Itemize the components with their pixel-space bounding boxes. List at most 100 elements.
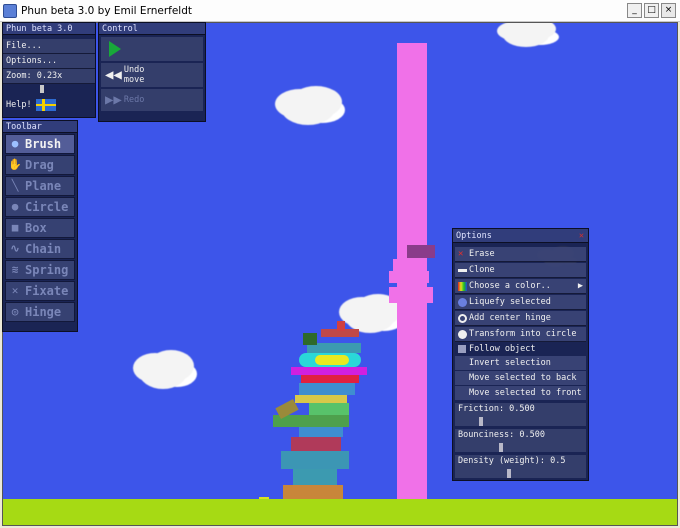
clone-icon <box>458 268 467 272</box>
move-front-label: Move selected to front <box>469 388 582 398</box>
block[interactable] <box>301 375 359 383</box>
control-panel: Control ◀◀ Undo move ▶▶ Redo <box>98 22 206 122</box>
zoom-label: Zoom: 0.23x <box>3 69 95 84</box>
move-to-back-button[interactable]: Move selected to back <box>455 371 586 385</box>
toolbar-title: Toolbar <box>3 121 77 133</box>
tool-label: Fixate <box>25 284 69 298</box>
block[interactable] <box>291 437 341 451</box>
ground-plane[interactable] <box>3 499 677 525</box>
tool-label: Chain <box>25 242 62 256</box>
tool-chain[interactable]: ∿ Chain <box>5 239 75 259</box>
follow-object-toggle[interactable]: Follow object <box>455 343 586 355</box>
close-window-button[interactable]: × <box>661 3 676 18</box>
options-button[interactable]: Options... <box>3 54 95 69</box>
tool-drag[interactable]: ✋ Drag <box>5 155 75 175</box>
friction-control: Friction: 0.500 <box>455 403 586 426</box>
follow-label: Follow object <box>469 344 536 354</box>
color-palette-icon <box>458 281 467 291</box>
bounciness-slider[interactable] <box>455 442 586 452</box>
transform-circle-button[interactable]: Transform into circle <box>455 327 586 342</box>
choose-color-button[interactable]: Choose a color.. ▶ <box>455 279 586 294</box>
purple-block[interactable] <box>407 245 435 258</box>
tool-brush[interactable]: ● Brush <box>5 134 75 154</box>
window-controls: _ □ × <box>627 3 676 18</box>
undo-button[interactable]: ◀◀ Undo move <box>101 63 203 87</box>
block[interactable] <box>337 321 345 331</box>
cloud <box>281 91 335 125</box>
control-panel-title: Control <box>99 23 205 35</box>
play-button[interactable] <box>101 37 203 61</box>
plane-icon: ╲ <box>11 179 19 192</box>
close-icon[interactable]: ✕ <box>579 229 584 243</box>
tool-label: Drag <box>25 158 54 172</box>
help-button[interactable]: Help! <box>6 100 32 110</box>
erase-icon: ✕ <box>458 248 464 259</box>
window-titlebar: Phun beta 3.0 by Emil Ernerfeldt _ □ × <box>0 0 680 22</box>
undo-label: Undo move <box>123 65 145 85</box>
options-panel: Options ✕ ✕ Erase Clone Choose a color..… <box>452 228 589 481</box>
friction-slider-handle[interactable] <box>479 417 483 426</box>
bounciness-slider-handle[interactable] <box>499 443 503 452</box>
rewind-icon: ◀◀ <box>105 67 122 83</box>
redo-button[interactable]: ▶▶ Redo <box>101 89 203 111</box>
add-center-hinge-button[interactable]: Add center hinge <box>455 311 586 326</box>
move-to-front-button[interactable]: Move selected to front <box>455 386 586 400</box>
circle-icon: ● <box>11 200 19 213</box>
tool-label: Hinge <box>25 305 62 319</box>
clone-label: Clone <box>469 265 495 275</box>
block[interactable] <box>299 427 343 437</box>
pink-tower-step[interactable] <box>389 287 433 303</box>
block[interactable] <box>293 469 337 485</box>
zoom-slider[interactable] <box>6 85 92 93</box>
erase-button[interactable]: ✕ Erase <box>455 247 586 262</box>
add-hinge-label: Add center hinge <box>469 313 551 323</box>
friction-label: Friction: 0.500 <box>458 404 535 414</box>
liquefy-button[interactable]: Liquefy selected <box>455 295 586 310</box>
toolbar-panel: Toolbar ● Brush ✋ Drag ╲ Plane ● Circle … <box>2 120 78 332</box>
chain-icon: ∿ <box>10 242 20 255</box>
block[interactable] <box>295 395 347 403</box>
brush-icon: ● <box>11 137 19 150</box>
bounciness-label: Bounciness: 0.500 <box>458 430 545 440</box>
app-icon <box>3 3 17 18</box>
block[interactable] <box>315 355 349 365</box>
block[interactable] <box>299 383 355 395</box>
bounciness-control: Bounciness: 0.500 <box>455 429 586 452</box>
fixate-icon: ✕ <box>11 284 19 297</box>
main-menu-panel: Phun beta 3.0 File... Options... Zoom: 0… <box>2 22 96 118</box>
minimize-button[interactable]: _ <box>627 3 642 18</box>
swedish-flag-icon[interactable] <box>35 98 56 111</box>
redo-label: Redo <box>123 95 145 105</box>
window-title: Phun beta 3.0 by Emil Ernerfeldt <box>21 4 192 17</box>
density-slider[interactable] <box>455 468 586 478</box>
zoom-slider-handle[interactable] <box>40 85 44 93</box>
density-label: Density (weight): 0.5 <box>458 456 566 466</box>
circle-icon <box>458 329 467 339</box>
invert-selection-button[interactable]: Invert selection <box>455 356 586 370</box>
follow-checkbox[interactable] <box>458 345 466 353</box>
spring-icon: ≋ <box>11 263 19 276</box>
pink-tower-step[interactable] <box>393 259 427 271</box>
clone-button[interactable]: Clone <box>455 263 586 278</box>
maximize-button[interactable]: □ <box>644 3 659 18</box>
main-panel-title: Phun beta 3.0 <box>3 23 95 35</box>
block[interactable] <box>291 367 367 375</box>
tool-spring[interactable]: ≋ Spring <box>5 260 75 280</box>
density-slider-handle[interactable] <box>507 469 511 478</box>
liquefy-label: Liquefy selected <box>469 297 551 307</box>
block[interactable] <box>309 403 349 415</box>
block[interactable] <box>281 451 349 469</box>
tool-box[interactable]: ■ Box <box>5 218 75 238</box>
block[interactable] <box>303 333 317 345</box>
pink-tower-step[interactable] <box>389 271 429 283</box>
cloud <box>345 299 395 333</box>
tool-hinge[interactable]: ◎ Hinge <box>5 302 75 322</box>
erase-label: Erase <box>469 249 495 259</box>
choose-color-label: Choose a color.. <box>469 281 551 291</box>
file-button[interactable]: File... <box>3 39 95 54</box>
tool-plane[interactable]: ╲ Plane <box>5 176 75 196</box>
tool-circle[interactable]: ● Circle <box>5 197 75 217</box>
box-icon: ■ <box>11 221 19 234</box>
tool-fixate[interactable]: ✕ Fixate <box>5 281 75 301</box>
friction-slider[interactable] <box>455 416 586 426</box>
